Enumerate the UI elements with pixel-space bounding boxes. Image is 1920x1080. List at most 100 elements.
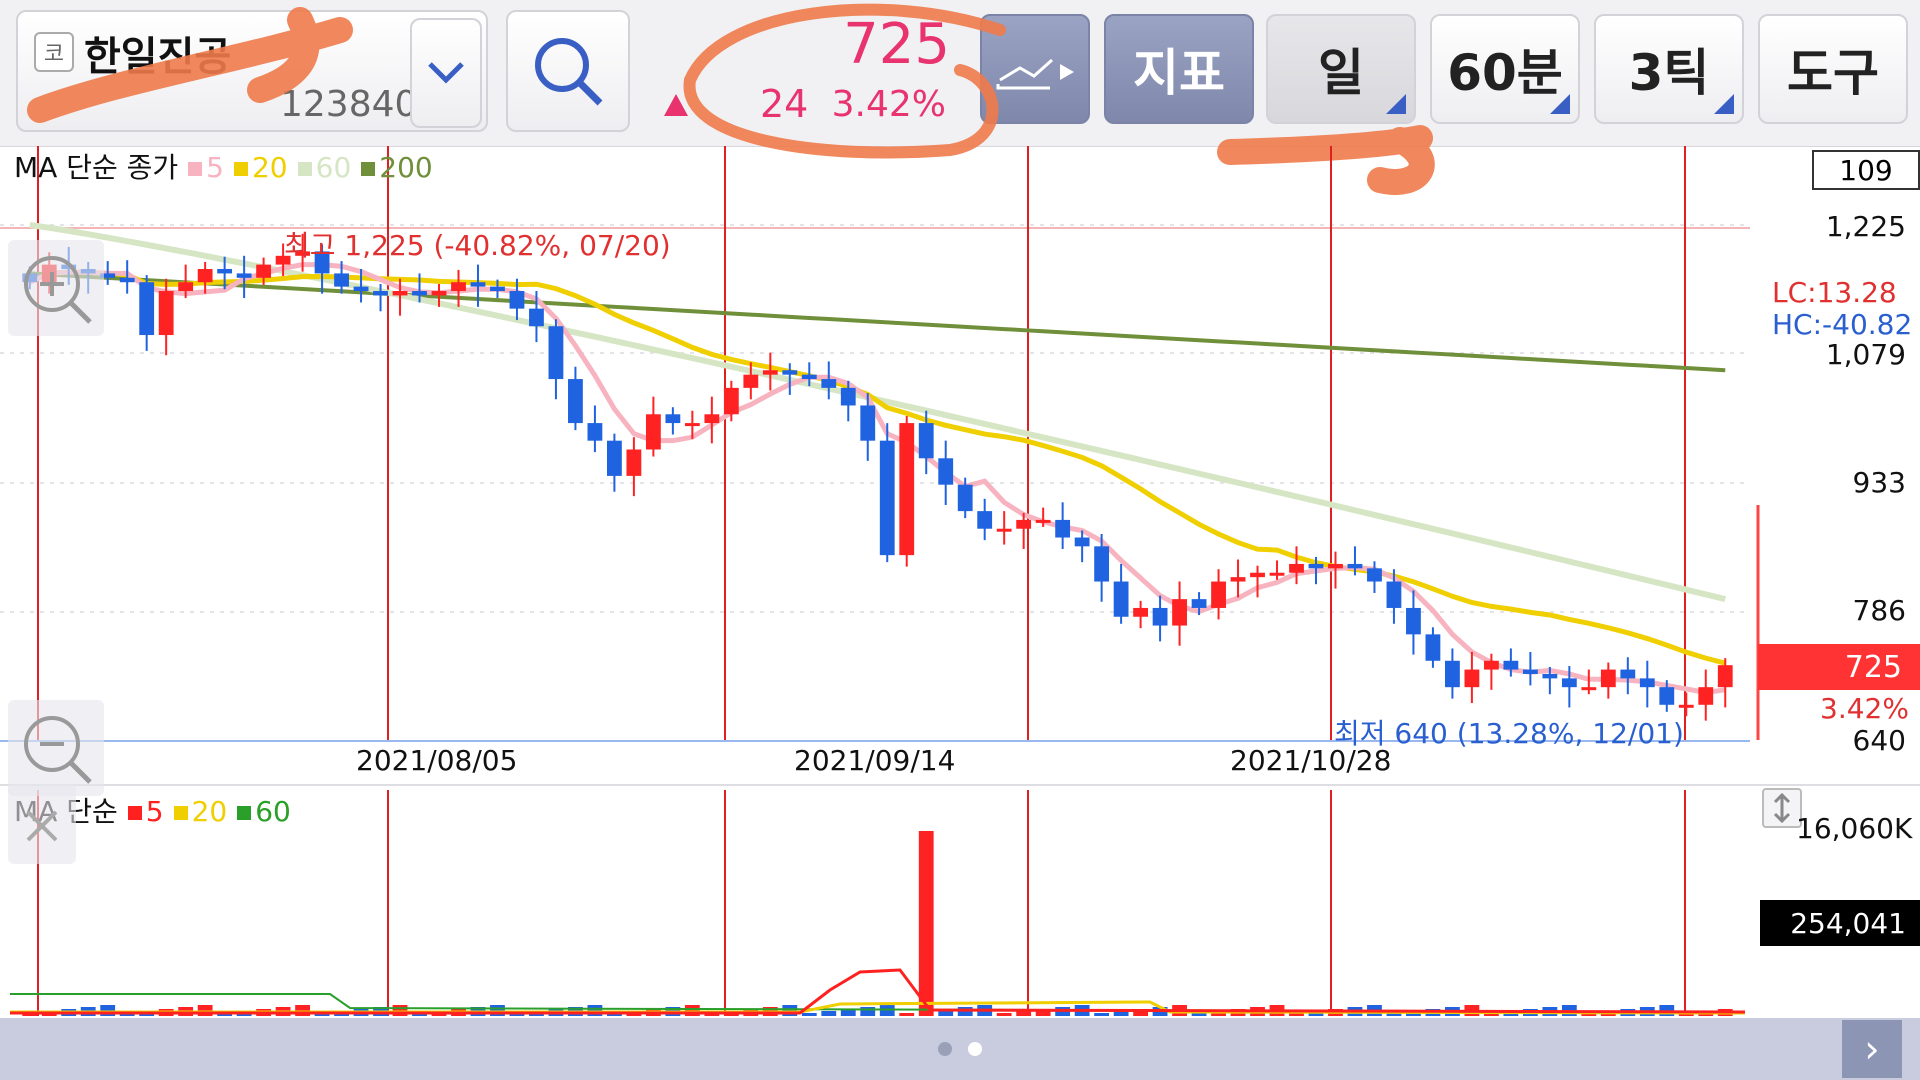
candle-body [626, 449, 642, 476]
current-volume-marker: 254,041 [1760, 900, 1920, 946]
resize-vertical-icon [1773, 792, 1791, 824]
candle-body [470, 282, 486, 287]
y-tick: 640 [1852, 724, 1906, 757]
date-label: 2021/08/05 [356, 744, 518, 777]
close-volume-button[interactable] [8, 784, 76, 864]
y-tick: 1,079 [1825, 338, 1906, 371]
candle-body [1678, 704, 1694, 708]
candle-body [860, 405, 876, 441]
candle-body [451, 282, 466, 292]
legend-label: 5 [206, 151, 224, 184]
legend-swatch [127, 806, 142, 820]
ma5-line [28, 262, 1726, 695]
candle-body [996, 528, 1012, 532]
candle-body [1561, 678, 1577, 688]
hc-label: HC:-40.82 [1772, 308, 1913, 341]
candle-body [1639, 678, 1655, 688]
candle-body [568, 379, 583, 424]
legend-label: 5 [145, 795, 164, 828]
candle-body [782, 370, 798, 375]
candle-body [1717, 665, 1733, 688]
candle-body [529, 308, 544, 327]
candle-body [801, 374, 817, 380]
ma200-line [29, 271, 1726, 373]
lc-label: LC:13.28 [1772, 276, 1897, 309]
date-label: 2021/09/14 [794, 744, 956, 777]
candle-body [918, 423, 934, 459]
candle-body [509, 291, 525, 309]
candle-body [938, 458, 954, 485]
candle-body [1094, 546, 1110, 582]
ma20-line [28, 269, 1726, 666]
legend-swatch [173, 806, 188, 820]
volume-bar [860, 1007, 876, 1016]
chevron-right-icon: › [1864, 1027, 1880, 1071]
current-price-marker: 725 [1758, 644, 1920, 690]
legend-swatch [188, 162, 203, 176]
candle-body [879, 440, 895, 556]
volume-max-label: 16,060K [1796, 812, 1913, 845]
zoom-in-button[interactable] [8, 240, 104, 336]
legend-swatch [237, 806, 252, 820]
candle-body [1445, 660, 1460, 688]
candle-body [1133, 607, 1149, 617]
candle-body [1659, 687, 1675, 705]
candle-body [723, 387, 739, 415]
scale-box[interactable]: 109 [1812, 150, 1920, 190]
zoom-out-button[interactable] [8, 700, 104, 796]
candle-body [1483, 660, 1499, 670]
volume-bar [801, 1013, 817, 1016]
legend-label: 20 [251, 151, 288, 184]
y-tick: 933 [1852, 466, 1906, 499]
candle-body [1542, 673, 1558, 679]
candle-body [178, 282, 194, 292]
vol-ma5-line [10, 968, 1746, 1015]
high-annotation: 최고 1,225 (-40.82%, 07/20) [284, 229, 671, 262]
candle-body [1367, 568, 1382, 582]
candle-body [665, 414, 681, 424]
legend-swatch [233, 162, 248, 176]
candle-body [1016, 519, 1032, 529]
candle-body [957, 484, 973, 512]
candle-body [256, 264, 272, 278]
candle-body [334, 273, 349, 287]
legend-swatch [361, 162, 376, 176]
volume-bar [1016, 1011, 1032, 1016]
candle-body [1250, 572, 1265, 578]
candle-body [392, 291, 408, 296]
candle-body [821, 379, 837, 388]
y-tick: 786 [1852, 594, 1906, 627]
candle-body [1406, 607, 1421, 635]
candle-body [1522, 669, 1538, 674]
y-tick: 1,225 [1825, 210, 1906, 243]
candle-body [412, 291, 427, 296]
candle-body [1386, 581, 1402, 608]
candle-body [1347, 563, 1363, 569]
date-label: 2021/10/28 [1230, 744, 1392, 777]
candle-body [606, 440, 622, 476]
zoom-in-icon [24, 256, 92, 324]
candle-body [1055, 519, 1071, 538]
candle-body [1600, 669, 1616, 688]
candle-body [353, 286, 369, 292]
candle-body [158, 291, 174, 336]
candle-body [490, 286, 505, 292]
candle-body [119, 277, 135, 283]
candle-body [1328, 563, 1343, 569]
page-indicator-dot-active[interactable] [968, 1042, 982, 1056]
candle-body [373, 291, 388, 296]
candle-body [1425, 634, 1441, 661]
candle-body [684, 423, 700, 427]
candle-body [840, 387, 856, 406]
volume-bar [899, 1013, 915, 1016]
next-page-button[interactable]: › [1842, 1020, 1902, 1078]
volume-bar [821, 1011, 837, 1016]
candle-body [1191, 599, 1207, 608]
zoom-out-icon [24, 716, 92, 784]
candle-body [1503, 660, 1519, 670]
candle-body [587, 423, 603, 441]
volume-bar [996, 1013, 1012, 1016]
candle-body [1113, 581, 1129, 617]
page-indicator-dot[interactable] [938, 1042, 952, 1056]
candle-body [1620, 669, 1636, 679]
